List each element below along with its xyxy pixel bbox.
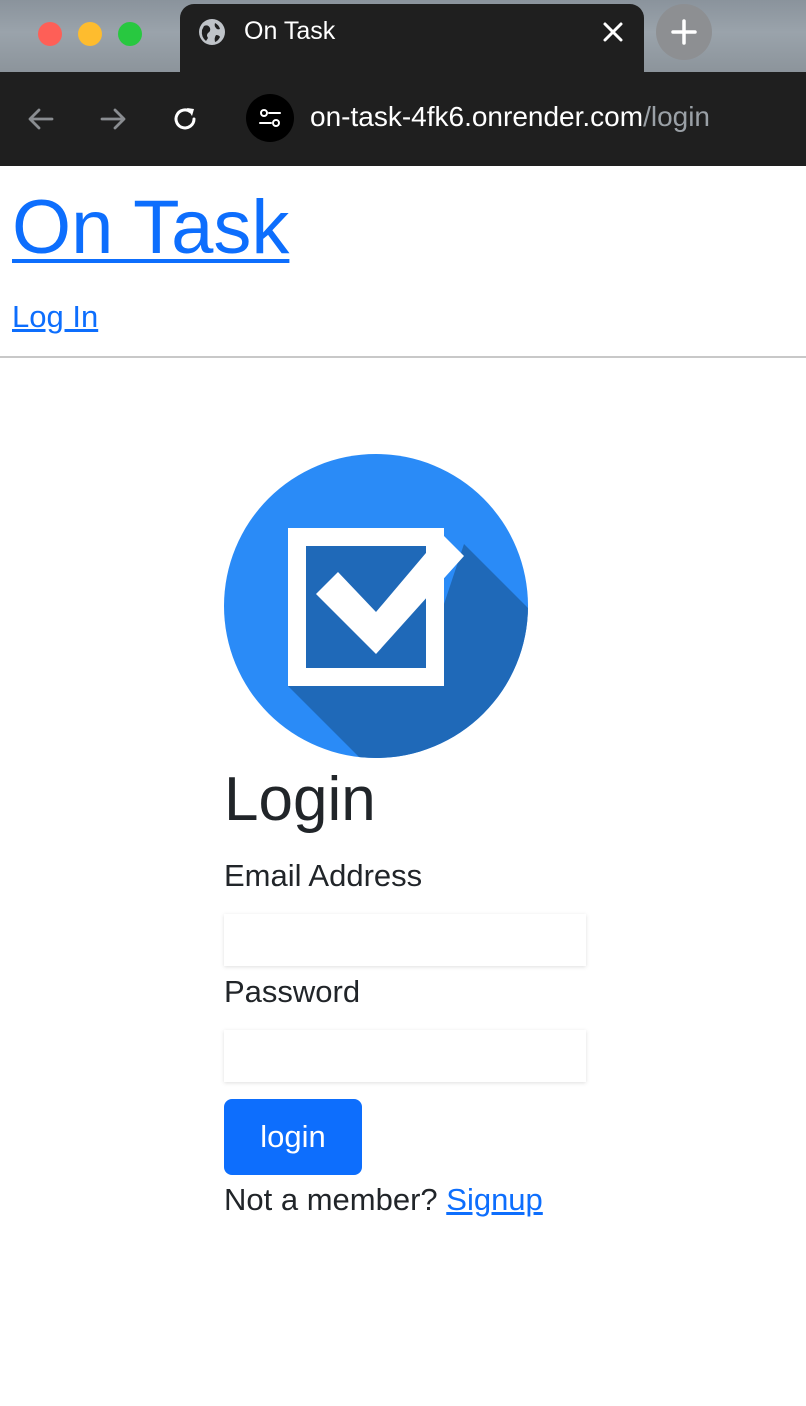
password-label: Password (224, 974, 361, 1009)
tab-title: On Task (244, 17, 336, 45)
password-field[interactable] (224, 1030, 586, 1082)
login-button[interactable]: login (224, 1099, 362, 1175)
window-zoom-dot[interactable] (118, 22, 142, 46)
site-info-button[interactable] (246, 94, 294, 142)
address-bar[interactable]: on-task-4fk6.onrender.com/login (310, 101, 710, 133)
nav-login-link[interactable]: Log In (12, 298, 98, 335)
email-label: Email Address (224, 858, 423, 893)
plus-icon (671, 19, 697, 45)
close-icon[interactable] (600, 19, 626, 45)
signup-prompt: Not a member? (224, 1182, 438, 1217)
reload-icon[interactable] (170, 104, 200, 134)
new-tab-button[interactable] (656, 4, 712, 60)
browser-toolbar: on-task-4fk6.onrender.com/login (0, 72, 806, 166)
email-field[interactable] (224, 914, 586, 966)
url-host: on-task-4fk6.onrender.com (310, 101, 644, 132)
site-settings-icon (259, 109, 281, 127)
navbar-divider (0, 356, 806, 358)
browser-tab-strip: On Task (0, 0, 806, 72)
signup-line: Not a member? Signup (224, 1181, 543, 1218)
arrow-right-icon[interactable] (98, 104, 128, 134)
window-minimize-dot[interactable] (78, 22, 102, 46)
globe-icon (199, 19, 225, 45)
signup-link[interactable]: Signup (446, 1182, 543, 1217)
login-heading: Login (224, 765, 376, 834)
browser-tab-active[interactable]: On Task (180, 4, 644, 72)
checkbox-logo-icon (224, 454, 528, 758)
brand-link[interactable]: On Task (12, 186, 289, 270)
arrow-left-icon[interactable] (26, 104, 56, 134)
window-close-dot[interactable] (38, 22, 62, 46)
url-path: /login (643, 101, 710, 132)
